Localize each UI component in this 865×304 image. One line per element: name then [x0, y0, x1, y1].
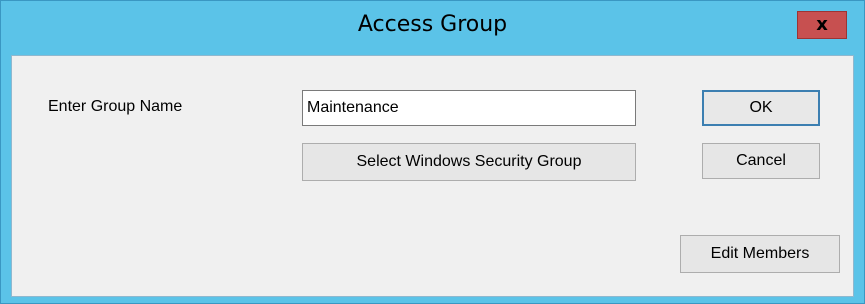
edit-members-button[interactable]: Edit Members [680, 235, 840, 273]
dialog-title: Access Group [357, 12, 508, 37]
title-bar[interactable]: Access Group x [1, 1, 864, 49]
cancel-button[interactable]: Cancel [702, 143, 820, 179]
select-windows-security-group-button[interactable]: Select Windows Security Group [302, 143, 636, 181]
close-icon: x [816, 14, 828, 35]
group-name-label: Enter Group Name [48, 98, 183, 115]
dialog-body: Enter Group Name OK Select Windows Secur… [11, 55, 854, 297]
group-name-input[interactable] [302, 90, 636, 126]
close-button[interactable]: x [797, 11, 847, 39]
ok-button[interactable]: OK [702, 90, 820, 126]
access-group-dialog: Access Group x Enter Group Name OK Selec… [0, 0, 865, 304]
